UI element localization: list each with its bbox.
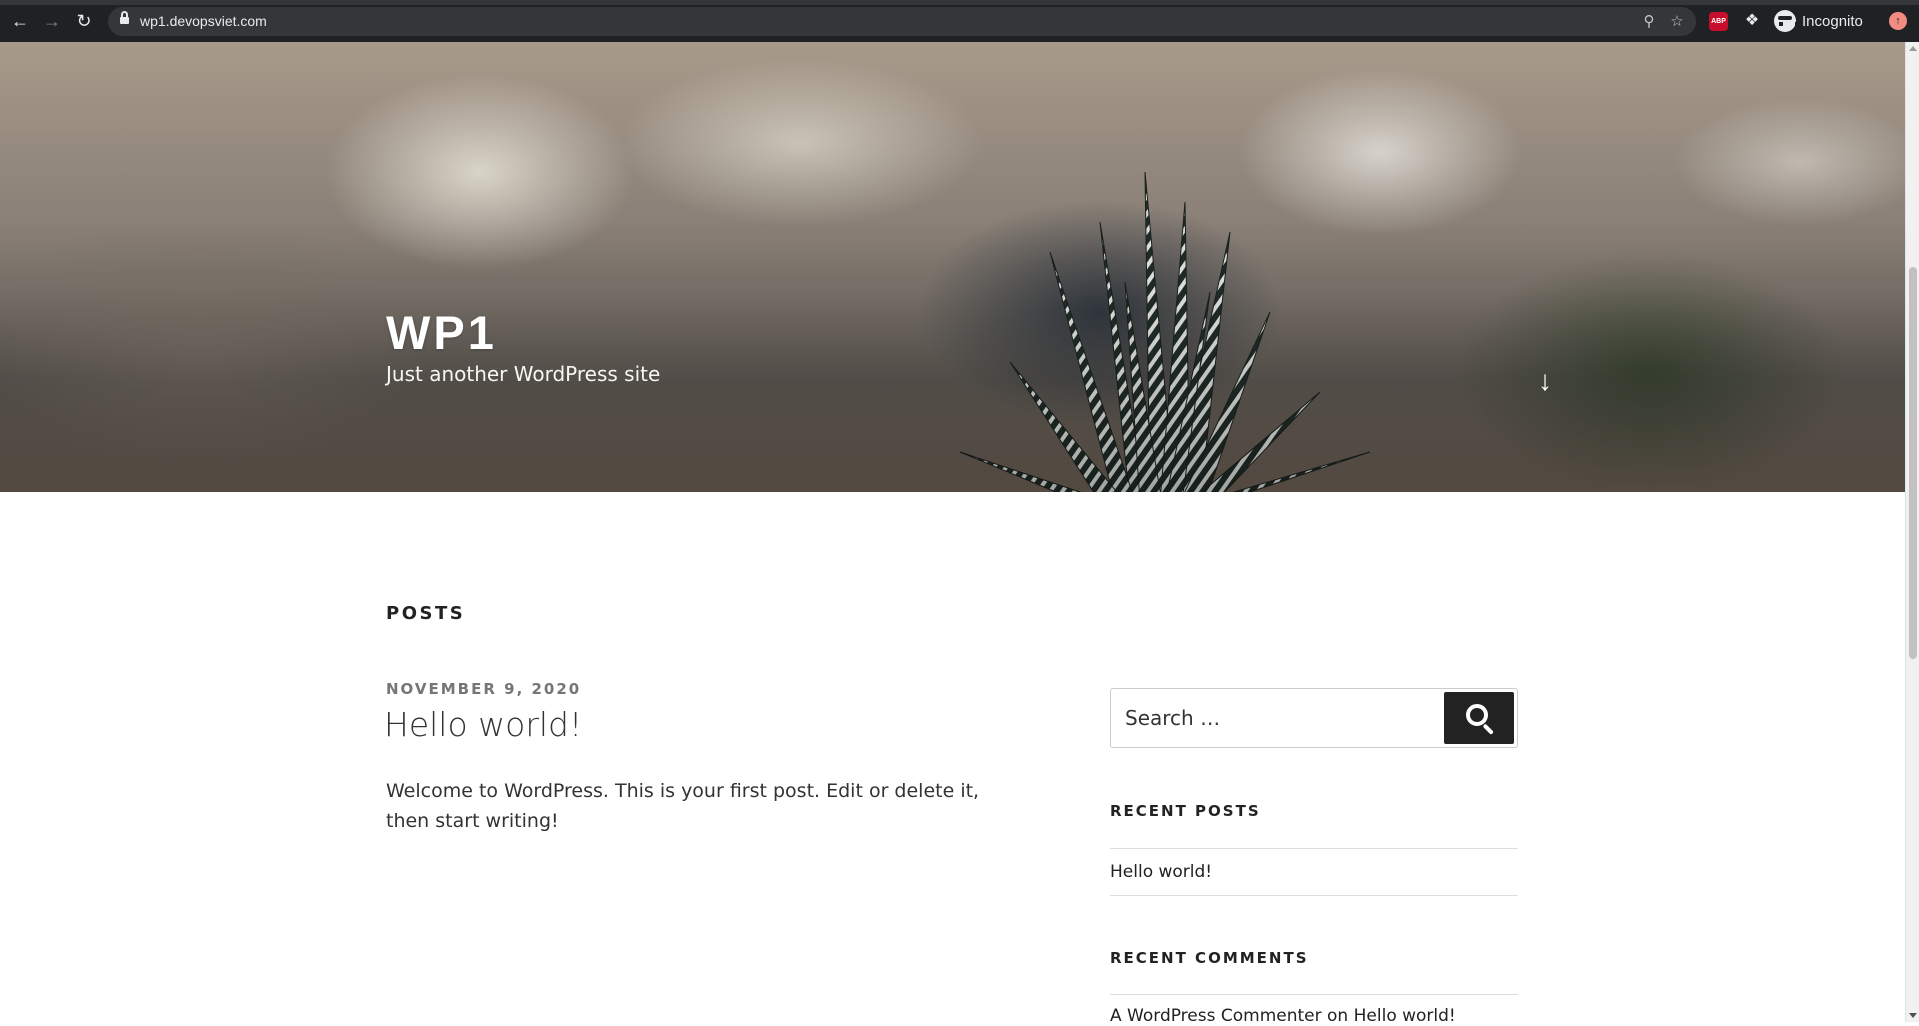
recent-post-link[interactable]: Hello world! xyxy=(1110,862,1212,882)
site-description: Just another WordPress site xyxy=(386,362,661,386)
scroll-down-icon[interactable] xyxy=(1909,1013,1917,1018)
zoom-icon[interactable]: ⚲ xyxy=(1638,7,1660,36)
reload-icon[interactable]: ↻ xyxy=(72,9,96,33)
search-button[interactable] xyxy=(1444,692,1514,744)
scrollbar-thumb[interactable] xyxy=(1909,267,1917,659)
back-arrow-icon[interactable]: ← xyxy=(8,9,32,33)
tab-strip xyxy=(0,0,1919,5)
update-icon[interactable]: ↑ xyxy=(1889,12,1907,30)
header-image xyxy=(0,42,1905,492)
incognito-profile-button[interactable]: Incognito xyxy=(1774,9,1863,33)
posts-heading: POSTS xyxy=(386,603,466,624)
address-bar[interactable]: wp1.devopsviet.com ⚲ ☆ xyxy=(108,7,1696,36)
post-excerpt: Welcome to WordPress. This is your first… xyxy=(386,780,980,832)
search-icon xyxy=(1466,704,1488,726)
search-input[interactable] xyxy=(1111,689,1441,747)
puzzle-icon[interactable]: ❖ xyxy=(1741,10,1763,32)
scroll-down-arrow-icon[interactable]: ↓ xyxy=(1532,364,1558,398)
profile-label: Incognito xyxy=(1802,12,1863,30)
recent-comments-divider xyxy=(1110,994,1518,995)
adblock-extension-icon[interactable]: ABP xyxy=(1709,12,1728,31)
recent-posts-list: Hello world! xyxy=(1110,848,1518,896)
comment-post-link[interactable]: Hello world! xyxy=(1354,1006,1456,1026)
lock-icon[interactable] xyxy=(120,11,129,25)
forward-arrow-icon[interactable]: → xyxy=(40,9,64,33)
search-form xyxy=(1110,688,1518,748)
star-icon[interactable]: ☆ xyxy=(1666,7,1688,36)
comment-author-link[interactable]: A WordPress Commenter xyxy=(1110,1006,1322,1026)
url-text[interactable]: wp1.devopsviet.com xyxy=(140,7,267,36)
recent-posts-title: RECENT POSTS xyxy=(1110,802,1261,820)
incognito-icon xyxy=(1774,10,1799,32)
recent-comments-title: RECENT COMMENTS xyxy=(1110,949,1309,967)
post-title[interactable]: Hello world! xyxy=(384,705,582,744)
recent-comment-item: A WordPress Commenter on Hello world! xyxy=(1110,1006,1456,1026)
browser-toolbar: ← → ↻ wp1.devopsviet.com ⚲ ☆ ABP ❖ Incog… xyxy=(0,0,1919,42)
list-item[interactable]: Hello world! xyxy=(1110,849,1518,896)
scroll-up-icon[interactable] xyxy=(1909,46,1917,51)
comment-connector: on xyxy=(1327,1006,1349,1026)
post-date[interactable]: NOVEMBER 9, 2020 xyxy=(386,680,581,698)
header-overlay xyxy=(0,42,1905,492)
page-scrollbar[interactable] xyxy=(1905,42,1919,1022)
site-title[interactable]: WP1 xyxy=(386,305,497,360)
